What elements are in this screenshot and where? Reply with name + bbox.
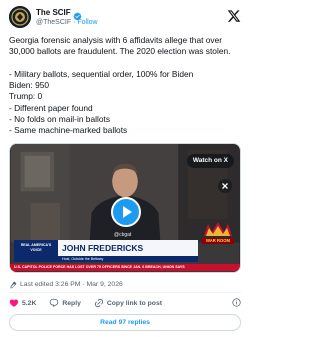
timestamp-row[interactable]: Last edited 3:26 PM · Mar 9, 2026 (9, 279, 123, 290)
handle[interactable]: @TheSCIF (36, 19, 71, 26)
news-ticker-text: U.S. CAPITOL POLICE FORCE HAS LOST OVER … (14, 265, 185, 269)
close-icon[interactable] (218, 179, 232, 193)
video-player[interactable]: Watch on X @cbgat REAL AMERICA'S VOICE J… (9, 143, 241, 273)
like-button[interactable]: 5.2K (9, 298, 36, 308)
heart-icon (9, 299, 19, 307)
copy-link-button[interactable]: Copy link to post (94, 298, 162, 308)
tweet-line: Biden: 950 (9, 80, 50, 91)
separator: · (73, 19, 76, 26)
divider (9, 292, 241, 293)
display-name[interactable]: The SCIF (36, 7, 71, 18)
reply-button[interactable]: Reply (49, 298, 81, 308)
show-logo-label: WAR ROOM (202, 238, 234, 244)
copy-link-label: Copy link to post (106, 299, 163, 307)
x-logo-icon[interactable] (227, 9, 241, 23)
guest-name: JOHN FREDERICKS (62, 243, 144, 253)
avatar[interactable] (9, 6, 31, 28)
handle-row: @TheSCIF · Follow (36, 18, 98, 28)
lower-third: REAL AMERICA'S VOICE JOHN FREDERICKS Hos… (10, 222, 240, 272)
tweet-line: Trump: 0 (9, 91, 43, 102)
info-icon[interactable] (232, 298, 241, 307)
guest-title: Host, Outside the Beltway (62, 257, 104, 261)
tweet-line: - Different paper found (9, 102, 93, 113)
tweet-line: - Military ballots, sequential order, 10… (9, 68, 194, 79)
timestamp-text: Last edited 3:26 PM · Mar 9, 2026 (20, 281, 123, 288)
tweet-embed-card: The SCIF @TheSCIF · Follow Georgia foren… (0, 0, 250, 337)
video-watermark: @cbgat (114, 232, 132, 238)
reply-label: Reply (62, 299, 81, 307)
tweet-text: Georgia forensic analysis with 6 affidav… (9, 35, 241, 137)
tweet-paragraph: Georgia forensic analysis with 6 affidav… (9, 35, 231, 57)
tweet-line: - No folds on mail-in ballots (9, 114, 111, 125)
tweet-header: The SCIF @TheSCIF · Follow (9, 6, 241, 30)
action-bar: 5.2K Reply Copy link to post (9, 297, 241, 309)
pencil-icon (10, 281, 17, 288)
watch-on-x-button[interactable]: Watch on X (186, 154, 234, 168)
link-icon (94, 298, 103, 308)
network-logo-line: VOICE (30, 247, 42, 252)
read-replies-button[interactable]: Read 97 replies (9, 314, 241, 331)
play-button-icon[interactable] (111, 197, 141, 227)
like-count: 5.2K (22, 299, 37, 307)
follow-link[interactable]: Follow (77, 19, 97, 26)
network-logo: REAL AMERICA'S VOICE (14, 240, 58, 262)
tweet-line: - Same machine-marked ballots (9, 125, 128, 136)
verified-badge-icon (73, 8, 82, 21)
show-logo-icon (204, 222, 232, 236)
name-row: The SCIF (36, 7, 82, 21)
reply-icon (50, 298, 59, 308)
